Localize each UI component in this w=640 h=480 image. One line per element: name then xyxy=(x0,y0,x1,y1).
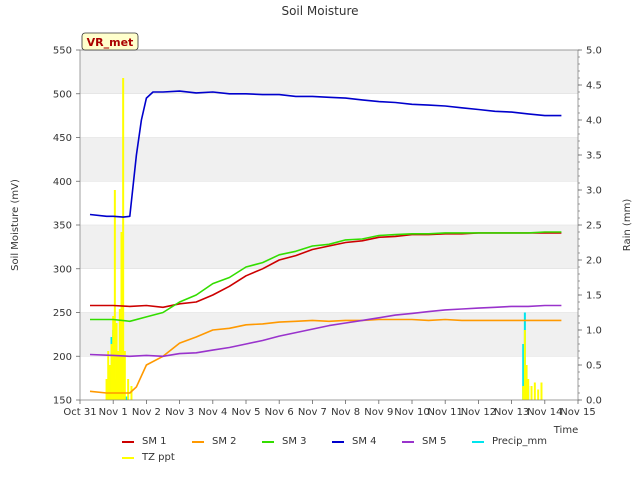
y2-tick-label: 4.5 xyxy=(586,81,602,92)
y-axis-label: Soil Moisture (mV) xyxy=(10,179,21,271)
soil-moisture-chart: Oct 31 Nov 1 Nov 2 Nov 3 Nov 4 Nov 5 Nov 6 Nov … xyxy=(0,0,640,480)
y-tick-label: 200 xyxy=(53,352,72,363)
legend-item: SM 4 xyxy=(332,436,377,447)
y2-tick-label: 0.0 xyxy=(586,396,602,407)
x-tick-label: Nov 6 xyxy=(265,407,294,418)
y-tick-label: 400 xyxy=(53,177,72,188)
plot-band xyxy=(80,312,578,357)
legend-item: SM 2 xyxy=(192,436,237,447)
x-tick-label: Nov 11 xyxy=(427,407,462,418)
y-tick-label: 450 xyxy=(53,133,72,144)
y2-tick-label: 0.5 xyxy=(586,361,602,372)
legend-item: SM 1 xyxy=(122,436,167,447)
legend-item: TZ ppt xyxy=(122,452,175,463)
y-tick-label: 550 xyxy=(53,46,72,57)
chart-title: Soil Moisture xyxy=(281,4,358,18)
x-tick-label: Nov 9 xyxy=(364,407,393,418)
legend-label: Precip_mm xyxy=(492,436,548,447)
plot-band xyxy=(80,50,578,94)
x-tick-label: Nov 4 xyxy=(198,407,227,418)
y-tick-label: 250 xyxy=(53,308,72,319)
x-tick-label: Nov 15 xyxy=(560,407,595,418)
y-tick-label: 150 xyxy=(53,396,72,407)
legend-swatch xyxy=(192,440,204,443)
legend-label: SM 1 xyxy=(142,436,167,447)
x-axis-label: Time xyxy=(553,425,578,436)
y2-tick-label: 5.0 xyxy=(586,46,602,57)
y-tick-label: 300 xyxy=(53,264,72,275)
y2-tick-label: 2.5 xyxy=(586,221,602,232)
legend-item: SM 3 xyxy=(262,436,307,447)
legend-label: SM 5 xyxy=(422,436,447,447)
x-tick-label: Nov 8 xyxy=(331,407,360,418)
legend-label: TZ ppt xyxy=(142,452,175,463)
x-tick-label: Nov 7 xyxy=(298,407,327,418)
legend-swatch xyxy=(262,440,274,443)
legend-item: Precip_mm xyxy=(472,436,547,447)
y2-tick-label: 4.0 xyxy=(586,116,602,127)
legend-label: SM 3 xyxy=(282,436,307,447)
y-tick-label: 350 xyxy=(53,221,72,232)
x-tick-label: Nov 10 xyxy=(394,407,429,418)
x-tick-label: Nov 2 xyxy=(132,407,161,418)
chart-legend: SM 1 SM 2 SM 3 SM 4 SM 5 Precip_mm TZ ppt xyxy=(0,436,640,476)
y-tick-label: 500 xyxy=(53,89,72,100)
legend-swatch xyxy=(122,456,134,459)
station-label: VR_met xyxy=(87,36,134,49)
x-tick-label: Nov 5 xyxy=(231,407,260,418)
x-tick-label: Nov 13 xyxy=(494,407,529,418)
station-label-box: VR_met xyxy=(81,32,139,51)
y2-tick-label: 2.0 xyxy=(586,256,602,267)
legend-swatch xyxy=(472,440,484,443)
legend-label: SM 4 xyxy=(352,436,377,447)
x-tick-label: Oct 31 xyxy=(63,407,96,418)
x-tick-label: Nov 1 xyxy=(99,407,128,418)
y2-tick-label: 1.5 xyxy=(586,291,602,302)
legend-swatch xyxy=(402,440,414,443)
legend-swatch xyxy=(332,440,344,443)
x-tick-label: Nov 12 xyxy=(461,407,496,418)
plot-band xyxy=(80,137,578,182)
y2-tick-label: 3.0 xyxy=(586,186,602,197)
y2-axis-label: Rain (mm) xyxy=(622,199,633,252)
plot-band xyxy=(80,225,578,269)
y2-tick-label: 1.0 xyxy=(586,326,602,337)
legend-item: SM 5 xyxy=(402,436,447,447)
y2-tick-label: 3.5 xyxy=(586,151,602,162)
x-tick-label: Nov 14 xyxy=(527,407,562,418)
x-tick-label: Nov 3 xyxy=(165,407,194,418)
legend-label: SM 2 xyxy=(212,436,237,447)
legend-swatch xyxy=(122,440,134,443)
